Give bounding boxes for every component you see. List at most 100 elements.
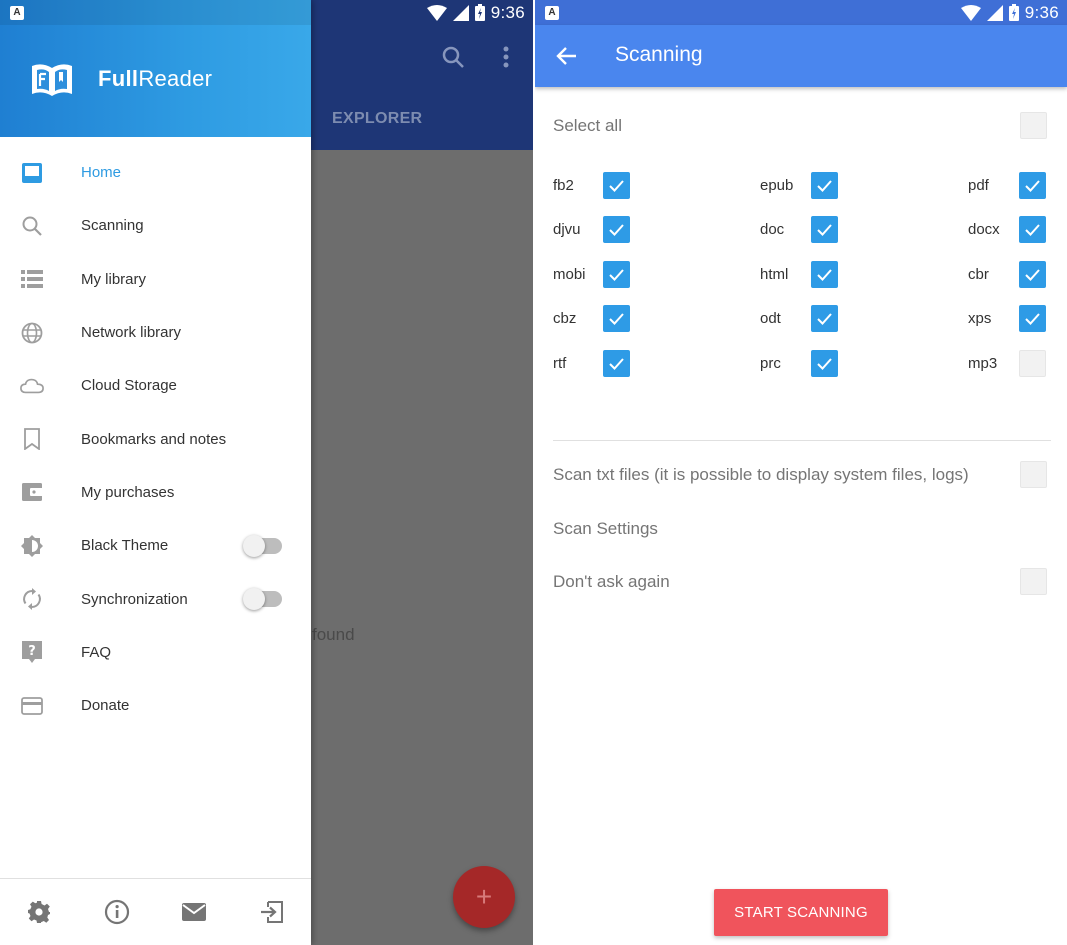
drawer-item-label: Synchronization bbox=[81, 590, 188, 608]
file-type-checkbox-fb2[interactable] bbox=[603, 172, 630, 199]
settings-icon[interactable] bbox=[25, 898, 53, 926]
brand: FullReader bbox=[30, 60, 212, 98]
notification-icon: A bbox=[10, 5, 24, 20]
drawer-item-my-purchases[interactable]: My purchases bbox=[0, 466, 311, 519]
file-type-label-mobi: mobi bbox=[553, 266, 586, 283]
add-fab-button[interactable]: + bbox=[453, 866, 515, 928]
svg-text:?: ? bbox=[28, 644, 36, 659]
drawer-item-synchronization[interactable]: Synchronization bbox=[0, 572, 311, 625]
scan-txt-label: Scan txt files (it is possible to displa… bbox=[553, 465, 969, 484]
drawer-item-label: Home bbox=[81, 164, 122, 182]
left-screen: 9:36 EXPLORER found + A FullReader Home … bbox=[0, 0, 533, 945]
drawer-item-label: My library bbox=[81, 270, 147, 288]
status-bar-scanning: A 9:36 bbox=[535, 0, 1067, 25]
file-type-label-rtf: rtf bbox=[553, 355, 567, 372]
file-type-label-mp3: mp3 bbox=[968, 355, 998, 372]
drawer-item-label: Network library bbox=[81, 324, 182, 342]
exit-icon[interactable] bbox=[258, 898, 286, 926]
drawer-item-donate[interactable]: Donate bbox=[0, 679, 311, 732]
battery-icon bbox=[1008, 4, 1019, 21]
page-title: Scanning bbox=[615, 43, 703, 66]
file-type-label-prc: prc bbox=[760, 355, 781, 372]
dont-ask-label: Don't ask again bbox=[553, 572, 670, 591]
wallet-icon bbox=[20, 480, 44, 504]
drawer-item-label: FAQ bbox=[81, 643, 112, 661]
drawer-item-bookmarks[interactable]: Bookmarks and notes bbox=[0, 412, 311, 465]
file-type-label-cbz: cbz bbox=[553, 310, 577, 327]
wifi-icon bbox=[960, 4, 981, 21]
help-icon: ? bbox=[20, 640, 44, 664]
drawer-item-cloud-storage[interactable]: Cloud Storage bbox=[0, 359, 311, 412]
navigation-drawer: A FullReader Home Scanning My library Ne… bbox=[0, 0, 311, 945]
start-scanning-button[interactable]: START SCANNING bbox=[714, 889, 888, 936]
dont-ask-checkbox[interactable] bbox=[1020, 568, 1047, 595]
file-type-checkbox-mp3[interactable] bbox=[1019, 350, 1046, 377]
drawer-item-scanning[interactable]: Scanning bbox=[0, 199, 311, 252]
file-type-checkbox-docx[interactable] bbox=[1019, 216, 1046, 243]
status-time: 9:36 bbox=[1024, 2, 1059, 22]
file-type-label-docx: docx bbox=[968, 221, 1000, 238]
info-icon[interactable] bbox=[103, 898, 131, 926]
file-type-checkbox-epub[interactable] bbox=[811, 172, 838, 199]
drawer-item-label: Cloud Storage bbox=[81, 377, 177, 395]
file-type-label-epub: epub bbox=[760, 177, 794, 194]
cloud-icon bbox=[20, 374, 44, 398]
file-type-checkbox-mobi[interactable] bbox=[603, 261, 630, 288]
theme-icon bbox=[20, 534, 44, 558]
file-type-checkbox-prc[interactable] bbox=[811, 350, 838, 377]
search-icon bbox=[20, 214, 44, 238]
bookmark-icon bbox=[20, 427, 44, 451]
status-time: 9:36 bbox=[490, 2, 525, 22]
drawer-item-label: Bookmarks and notes bbox=[81, 430, 227, 448]
app-more-icon[interactable] bbox=[503, 46, 509, 68]
drawer-footer bbox=[0, 878, 311, 945]
file-type-checkbox-xps[interactable] bbox=[1019, 305, 1046, 332]
scan-txt-checkbox[interactable] bbox=[1020, 461, 1047, 488]
file-type-label-odt: odt bbox=[760, 310, 781, 327]
notification-icon: A bbox=[545, 5, 559, 20]
credit-card-icon bbox=[20, 694, 44, 718]
back-arrow-icon[interactable] bbox=[555, 44, 579, 68]
tab-explorer[interactable]: EXPLORER bbox=[332, 110, 422, 128]
synchronization-toggle[interactable] bbox=[243, 588, 282, 611]
drawer-header: A FullReader bbox=[0, 0, 311, 137]
drawer-item-label: Donate bbox=[81, 697, 130, 715]
black-theme-toggle[interactable] bbox=[243, 534, 282, 557]
file-type-checkbox-cbr[interactable] bbox=[1019, 261, 1046, 288]
drawer-item-my-library[interactable]: My library bbox=[0, 253, 311, 306]
home-icon bbox=[20, 161, 44, 185]
status-icons: 9:36 bbox=[426, 2, 525, 23]
file-type-label-html: html bbox=[760, 266, 789, 283]
file-type-label-xps: xps bbox=[968, 310, 992, 327]
drawer-item-network-library[interactable]: Network library bbox=[0, 306, 311, 359]
file-type-checkbox-cbz[interactable] bbox=[603, 305, 630, 332]
empty-state-text: found bbox=[312, 625, 355, 644]
drawer-item-faq[interactable]: ? FAQ bbox=[0, 626, 311, 679]
drawer-item-black-theme[interactable]: Black Theme bbox=[0, 519, 311, 572]
file-type-checkbox-html[interactable] bbox=[811, 261, 838, 288]
battery-icon bbox=[474, 4, 485, 21]
file-type-checkbox-pdf[interactable] bbox=[1019, 172, 1046, 199]
list-icon bbox=[20, 267, 44, 291]
divider bbox=[553, 440, 1051, 441]
app-search-icon[interactable] bbox=[442, 46, 464, 68]
drawer-item-home[interactable]: Home bbox=[0, 146, 311, 199]
file-type-checkbox-odt[interactable] bbox=[811, 305, 838, 332]
wifi-icon bbox=[426, 4, 447, 21]
file-type-label-djvu: djvu bbox=[553, 221, 581, 238]
select-all-label: Select all bbox=[553, 116, 622, 135]
status-bar-drawer: A bbox=[0, 0, 311, 25]
file-type-checkbox-doc[interactable] bbox=[811, 216, 838, 243]
file-type-label-doc: doc bbox=[760, 221, 785, 238]
file-type-checkbox-rtf[interactable] bbox=[603, 350, 630, 377]
status-icons: 9:36 bbox=[960, 2, 1059, 23]
scan-settings-label[interactable]: Scan Settings bbox=[553, 519, 658, 539]
file-type-checkbox-djvu[interactable] bbox=[603, 216, 630, 243]
select-all-checkbox[interactable] bbox=[1020, 112, 1047, 139]
brand-name: FullReader bbox=[98, 66, 213, 91]
drawer-item-label: Scanning bbox=[81, 217, 144, 235]
drawer-item-label: My purchases bbox=[81, 483, 175, 501]
mail-icon[interactable] bbox=[180, 898, 208, 926]
book-logo-icon bbox=[32, 64, 72, 96]
app-bar: Scanning bbox=[535, 25, 1067, 87]
